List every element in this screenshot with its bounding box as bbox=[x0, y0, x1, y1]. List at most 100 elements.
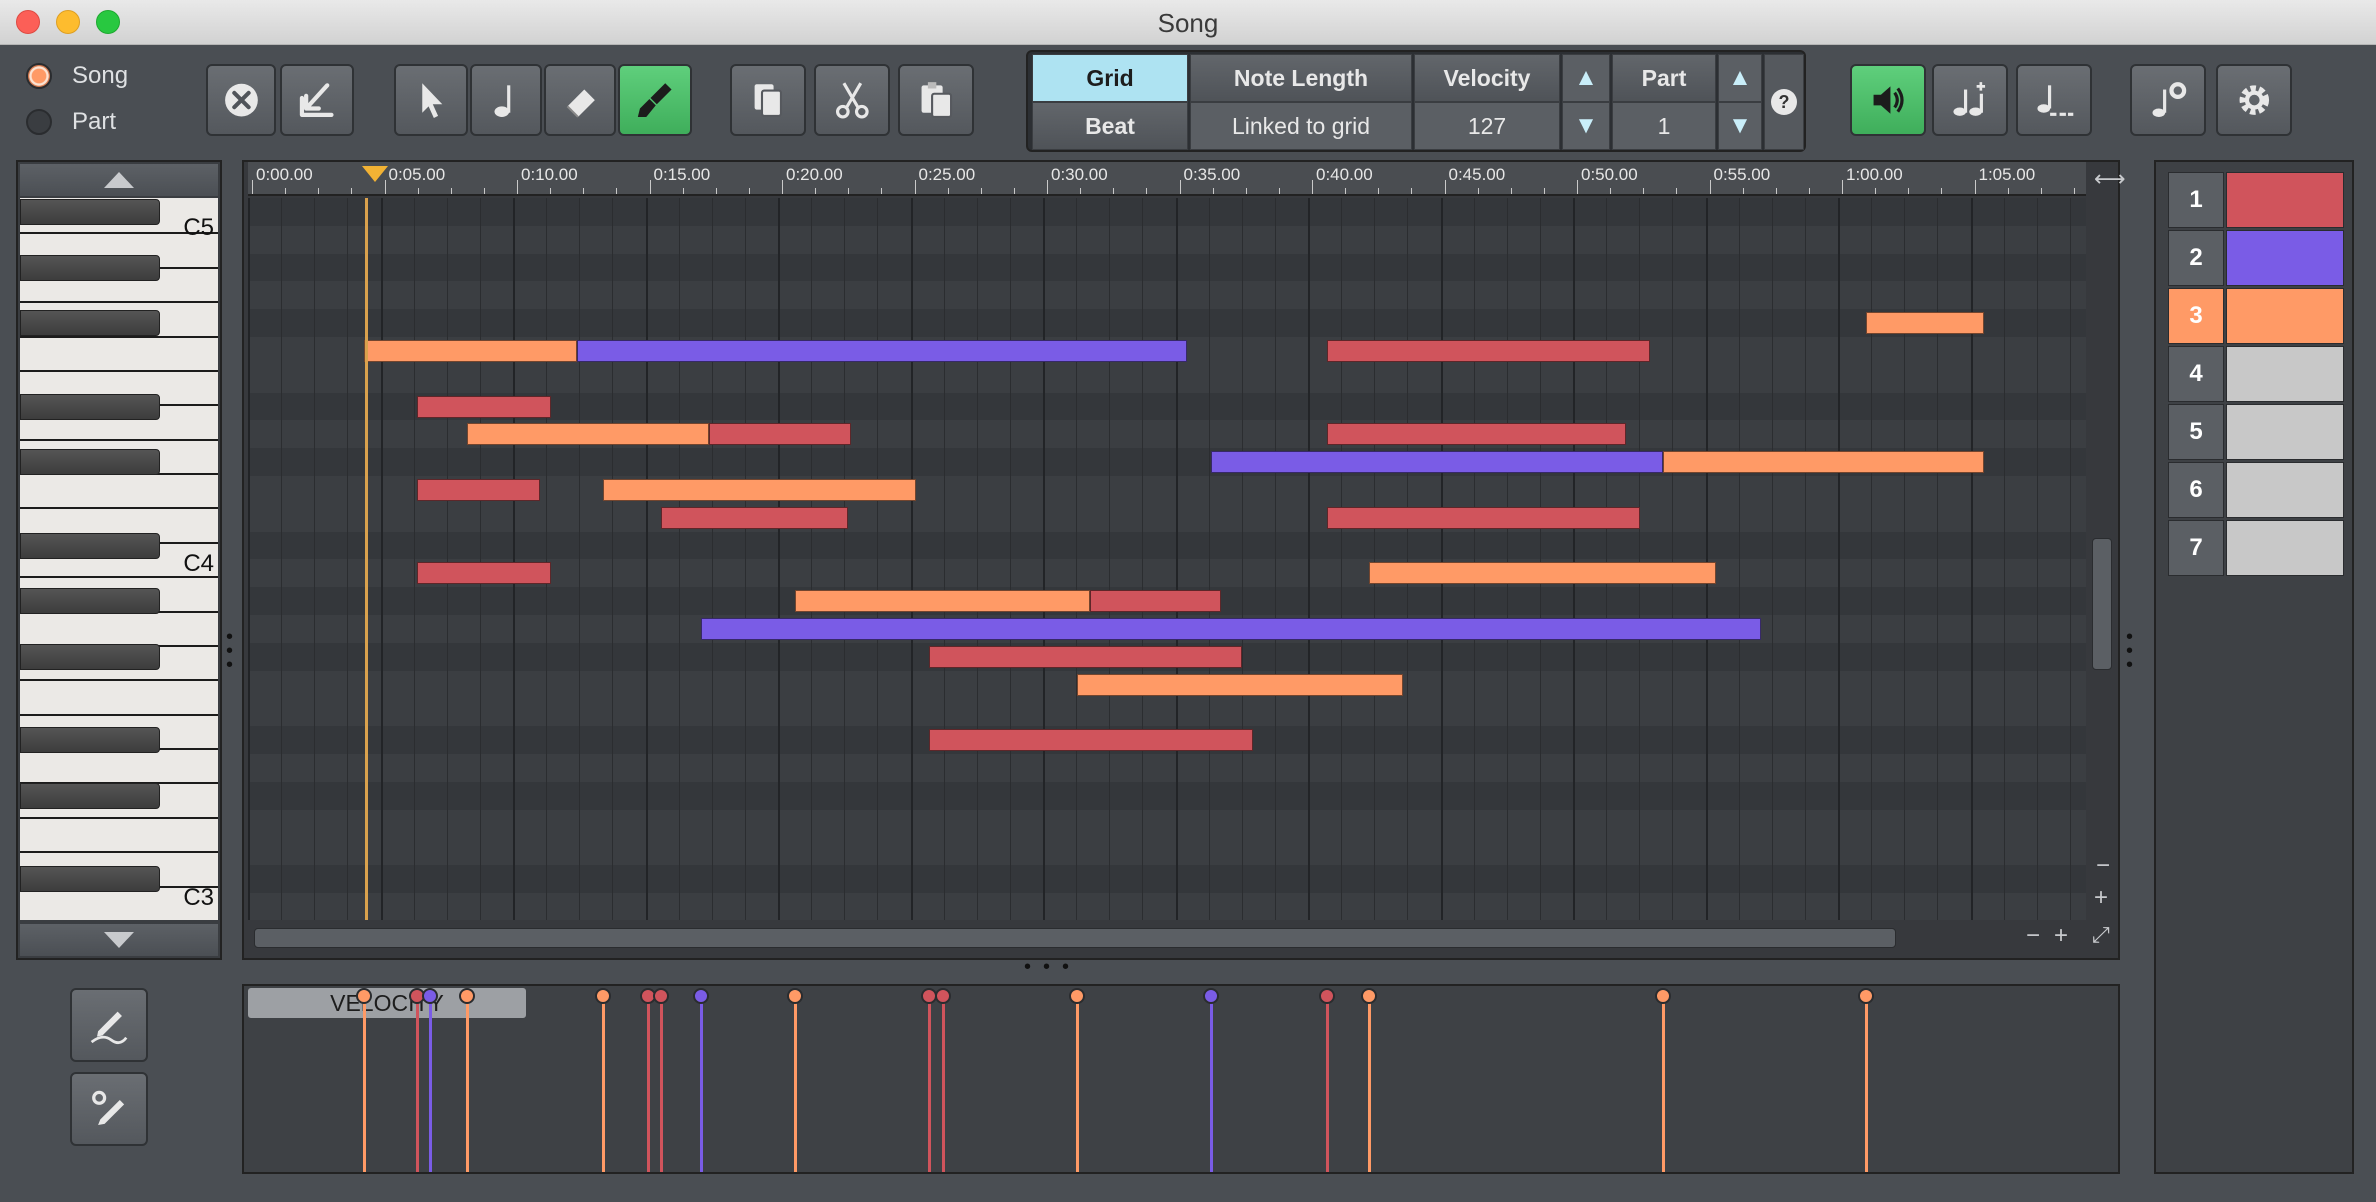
note-part-3[interactable] bbox=[1663, 451, 1985, 474]
part-number[interactable]: 4 bbox=[2168, 346, 2224, 402]
black-key[interactable] bbox=[20, 866, 160, 893]
black-key[interactable] bbox=[20, 532, 160, 559]
velocity-down-button[interactable]: ▼ bbox=[1562, 102, 1610, 150]
velocity-handle[interactable] bbox=[692, 988, 709, 1004]
panel-resize-handle-left[interactable]: • • • bbox=[226, 627, 233, 675]
note-part-3[interactable] bbox=[1865, 312, 1985, 335]
part-number[interactable]: 5 bbox=[2168, 404, 2224, 460]
panel-resize-handle-right[interactable]: • • • bbox=[2126, 627, 2133, 675]
part-radio[interactable] bbox=[26, 109, 52, 135]
piano-scroll-down-button[interactable] bbox=[20, 924, 218, 956]
settings-button[interactable] bbox=[2216, 64, 2292, 136]
part-row-2[interactable]: 2 bbox=[2168, 230, 2344, 286]
song-radio-option[interactable]: Song bbox=[26, 62, 128, 90]
cut-button[interactable] bbox=[814, 64, 890, 136]
note-part-1[interactable] bbox=[1326, 340, 1651, 362]
velocity-handle[interactable] bbox=[421, 988, 438, 1004]
velocity-handle[interactable] bbox=[653, 988, 670, 1004]
note-part-1[interactable] bbox=[416, 562, 551, 585]
note-length-value[interactable]: Linked to grid bbox=[1190, 102, 1412, 150]
black-key[interactable] bbox=[20, 393, 160, 420]
note-part-1[interactable] bbox=[1326, 423, 1627, 446]
paste-button[interactable] bbox=[898, 64, 974, 136]
part-color-swatch[interactable] bbox=[2226, 346, 2344, 402]
part-number[interactable]: 6 bbox=[2168, 462, 2224, 518]
horizontal-scrollbar[interactable] bbox=[254, 928, 1896, 948]
part-color-swatch[interactable] bbox=[2226, 230, 2344, 286]
part-color-swatch[interactable] bbox=[2226, 404, 2344, 460]
velocity-handle[interactable] bbox=[1857, 988, 1874, 1004]
note-part-3[interactable] bbox=[466, 423, 709, 446]
part-number[interactable]: 3 bbox=[2168, 288, 2224, 344]
part-header[interactable]: Part bbox=[1612, 54, 1716, 102]
note-part-1[interactable] bbox=[661, 506, 848, 529]
black-key[interactable] bbox=[20, 643, 160, 670]
part-row-5[interactable]: 5 bbox=[2168, 404, 2344, 460]
draw-curve-button[interactable] bbox=[70, 988, 148, 1062]
part-radio-option[interactable]: Part bbox=[26, 108, 116, 136]
velocity-lane[interactable]: VELOCITY bbox=[242, 984, 2120, 1174]
part-row-4[interactable]: 4 bbox=[2168, 346, 2344, 402]
velocity-handle[interactable] bbox=[934, 988, 951, 1004]
timeline-ruler[interactable]: 0:00.00 0:05.00 0:10.00 0:15.00 0:20.00 0:25.… bbox=[248, 162, 2086, 196]
part-down-button[interactable]: ▼ bbox=[1718, 102, 1762, 150]
note-settings-button[interactable] bbox=[2130, 64, 2206, 136]
note-part-3[interactable] bbox=[364, 340, 578, 362]
note-tool-button[interactable] bbox=[470, 64, 542, 136]
part-number[interactable]: 7 bbox=[2168, 520, 2224, 576]
part-value[interactable]: 1 bbox=[1612, 102, 1716, 150]
fit-all-icon[interactable]: ⤢ bbox=[2092, 922, 2110, 948]
add-note-button[interactable] bbox=[1932, 64, 2008, 136]
speaker-button[interactable] bbox=[1850, 64, 1926, 136]
grid-value[interactable]: Beat bbox=[1032, 102, 1188, 150]
fit-width-icon[interactable]: ⟷ bbox=[2094, 166, 2126, 192]
song-radio[interactable] bbox=[26, 63, 52, 89]
eraser-tool-button[interactable] bbox=[544, 64, 616, 136]
part-row-7[interactable]: 7 bbox=[2168, 520, 2344, 576]
part-row-6[interactable]: 6 bbox=[2168, 462, 2344, 518]
piano-scroll-up-button[interactable] bbox=[20, 164, 218, 196]
select-tool-button[interactable] bbox=[394, 64, 468, 136]
black-key[interactable] bbox=[20, 782, 160, 809]
note-part-1[interactable] bbox=[1089, 590, 1222, 613]
black-key[interactable] bbox=[20, 727, 160, 754]
velocity-handle[interactable] bbox=[595, 988, 612, 1004]
delete-button[interactable] bbox=[206, 64, 276, 136]
playhead-line[interactable] bbox=[365, 198, 368, 920]
note-part-1[interactable] bbox=[708, 423, 851, 446]
brush-tool-button[interactable] bbox=[618, 64, 692, 136]
velocity-handle[interactable] bbox=[356, 988, 372, 1004]
velocity-handle[interactable] bbox=[458, 988, 475, 1004]
note-length-header[interactable]: Note Length bbox=[1190, 54, 1412, 102]
part-number[interactable]: 2 bbox=[2168, 230, 2224, 286]
note-part-2[interactable] bbox=[700, 618, 1761, 640]
horizontal-zoom-in-icon[interactable]: + bbox=[2054, 922, 2068, 950]
note-part-3[interactable] bbox=[795, 590, 1090, 613]
grid-header[interactable]: Grid bbox=[1032, 54, 1188, 102]
part-color-swatch[interactable] bbox=[2226, 520, 2344, 576]
note-part-1[interactable] bbox=[1326, 506, 1640, 529]
vertical-zoom-in-icon[interactable]: + bbox=[2094, 884, 2108, 912]
help-button[interactable]: ? bbox=[1764, 54, 1804, 150]
note-grid[interactable] bbox=[248, 198, 2086, 920]
piano-keys[interactable]: C5 C4 C3 bbox=[20, 198, 218, 920]
velocity-up-button[interactable]: ▲ bbox=[1562, 54, 1610, 102]
quantize-button[interactable] bbox=[2016, 64, 2092, 136]
part-row-1[interactable]: 1 bbox=[2168, 172, 2344, 228]
note-part-1[interactable] bbox=[416, 479, 541, 501]
black-key[interactable] bbox=[20, 588, 160, 615]
velocity-handle[interactable] bbox=[1360, 988, 1377, 1004]
import-button[interactable] bbox=[280, 64, 354, 136]
black-key[interactable] bbox=[20, 449, 160, 476]
black-key[interactable] bbox=[20, 254, 160, 281]
velocity-handle[interactable] bbox=[1202, 988, 1219, 1004]
horizontal-zoom-out-icon[interactable]: − bbox=[2026, 922, 2040, 950]
note-part-1[interactable] bbox=[929, 645, 1243, 668]
velocity-value[interactable]: 127 bbox=[1414, 102, 1560, 150]
note-part-1[interactable] bbox=[416, 395, 551, 418]
black-key[interactable] bbox=[20, 199, 160, 225]
note-part-3[interactable] bbox=[603, 479, 917, 501]
note-part-3[interactable] bbox=[1368, 562, 1716, 585]
note-part-2[interactable] bbox=[577, 340, 1188, 362]
black-key[interactable] bbox=[20, 310, 160, 337]
